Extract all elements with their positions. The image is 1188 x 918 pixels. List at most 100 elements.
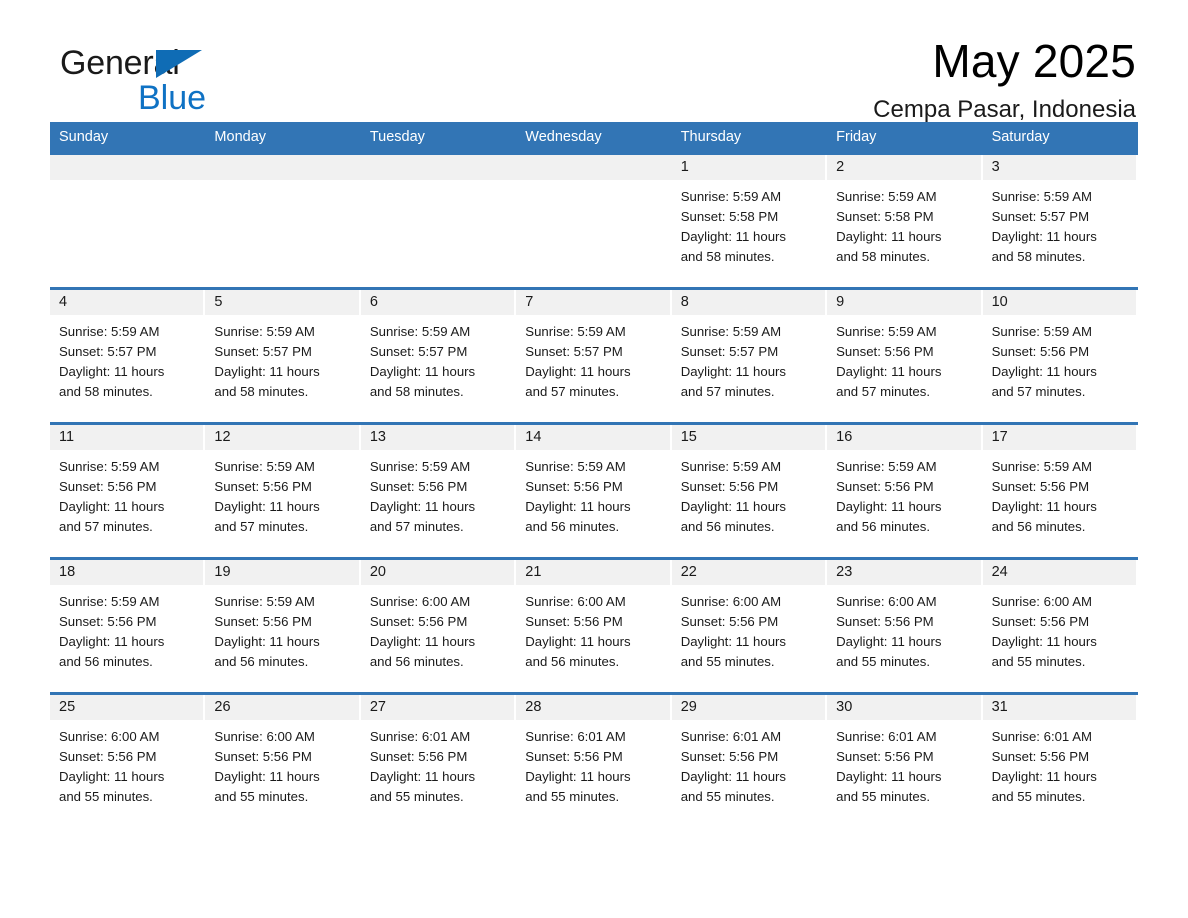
generalblue-logo[interactable]: General Blue [60,46,250,124]
sunset-text: Sunset: 5:56 PM [369,614,468,629]
sunrise-text: Sunrise: 6:00 AM [836,594,937,609]
daylight-text-line1: Daylight: 11 hours [680,229,787,244]
sunrise-text: Sunrise: 5:59 AM [991,459,1092,474]
daylight-text-line1: Daylight: 11 hours [680,364,787,379]
calendar-day-cell[interactable]: 17 Sunrise: 5:59 AM Sunset: 5:56 PM Dayligh… [982,425,1138,557]
daylight-text-line1: Daylight: 11 hours [525,769,631,784]
calendar-day-cell[interactable]: 9 Sunrise: 5:59 AM Sunset: 5:56 PM Daylight… [827,290,983,422]
daylight-text-line1: Daylight: 11 hours [369,364,476,379]
calendar-week-row: 4 Sunrise: 5:59 AM Sunset: 5:57 PM Daylight… [50,287,1138,422]
daylight-text-line2: and 56 minutes. [680,519,775,534]
calendar-day-cell[interactable]: 15 Sunrise: 5:59 AM Sunset: 5:56 PM Dayligh… [671,425,828,557]
calendar-day-cell[interactable]: 6 Sunrise: 5:59 AM Sunset: 5:57 PM Daylight… [360,290,517,422]
page-title: May 2025 [932,35,1136,87]
calendar-day-cell[interactable]: 28 Sunrise: 6:01 AM Sunset: 5:56 PM Dayligh… [516,695,672,824]
calendar-day-cell[interactable]: 21 Sunrise: 6:00 AM Sunset: 5:56 PM Dayligh… [516,560,672,692]
calendar-day-cell[interactable]: 5 Sunrise: 5:59 AM Sunset: 5:57 PM Daylight… [205,290,361,422]
calendar-day-cell[interactable]: 16 Sunrise: 5:59 AM Sunset: 5:56 PM Dayligh… [827,425,983,557]
day-sun-info: Sunrise: 5:59 AM Sunset: 5:56 PM Daylight:… [50,450,205,537]
day-number-band [50,155,206,180]
daylight-text-line2: and 58 minutes. [680,249,775,264]
day-number: 10 [991,294,1008,310]
day-number-band: 23 [827,560,983,585]
daylight-text-line1: Daylight: 11 hours [525,364,631,379]
day-number-band: 29 [671,695,828,720]
day-number: 6 [369,294,378,310]
sunrise-text: Sunrise: 6:00 AM [680,594,782,609]
calendar-day-cell[interactable]: 25 Sunrise: 6:00 AM Sunset: 5:56 PM Dayligh… [50,695,206,824]
calendar-day-cell[interactable]: 20 Sunrise: 6:00 AM Sunset: 5:56 PM Dayligh… [360,560,517,692]
day-number: 28 [525,699,542,715]
calendar-day-cell[interactable]: 12 Sunrise: 5:59 AM Sunset: 5:56 PM Dayligh… [205,425,361,557]
day-number-band: 24 [982,560,1138,585]
calendar-day-cell[interactable]: 26 Sunrise: 6:00 AM Sunset: 5:56 PM Dayligh… [205,695,361,824]
sunset-text: Sunset: 5:56 PM [680,614,779,629]
page-subtitle: Cempa Pasar, Indonesia [873,95,1136,123]
sunset-text: Sunset: 5:57 PM [680,344,779,359]
calendar-day-cell[interactable]: 24 Sunrise: 6:00 AM Sunset: 5:56 PM Dayligh… [982,560,1138,692]
sunset-text: Sunset: 5:57 PM [59,344,157,359]
sunset-text: Sunset: 5:56 PM [836,614,934,629]
daylight-text-line1: Daylight: 11 hours [59,364,165,379]
daylight-text-line2: and 55 minutes. [991,654,1086,669]
daylight-text-line1: Daylight: 11 hours [369,499,476,514]
weekday-header-thursday: Thursday [680,129,742,145]
calendar-day-cell[interactable]: 8 Sunrise: 5:59 AM Sunset: 5:57 PM Daylight… [671,290,828,422]
day-number: 15 [680,429,697,445]
weekday-header-wednesday: Wednesday [525,129,602,145]
daylight-text-line2: and 56 minutes. [214,654,309,669]
sunrise-text: Sunrise: 5:59 AM [836,324,937,339]
calendar-day-cell[interactable]: 4 Sunrise: 5:59 AM Sunset: 5:57 PM Daylight… [50,290,206,422]
daylight-text-line1: Daylight: 11 hours [369,769,476,784]
calendar-day-cell[interactable]: 18 Sunrise: 5:59 AM Sunset: 5:56 PM Dayligh… [50,560,206,692]
calendar-day-cell[interactable]: 29 Sunrise: 6:01 AM Sunset: 5:56 PM Dayligh… [671,695,828,824]
daylight-text-line1: Daylight: 11 hours [59,634,165,649]
day-sun-info: Sunrise: 6:00 AM Sunset: 5:56 PM Daylight:… [672,585,827,672]
daylight-text-line2: and 57 minutes. [525,384,620,399]
sunrise-text: Sunrise: 5:59 AM [680,324,782,339]
daylight-text-line2: and 55 minutes. [214,789,309,804]
calendar-day-cell[interactable]: 3 Sunrise: 5:59 AM Sunset: 5:57 PM Daylight… [982,155,1138,287]
daylight-text-line2: and 57 minutes. [214,519,309,534]
day-number: 19 [214,564,231,580]
day-sun-info: Sunrise: 6:00 AM Sunset: 5:56 PM Daylight:… [205,720,360,807]
calendar-day-cell[interactable]: 10 Sunrise: 5:59 AM Sunset: 5:56 PM Dayligh… [982,290,1138,422]
day-sun-info: Sunrise: 5:59 AM Sunset: 5:58 PM Daylight:… [827,180,982,267]
calendar-day-cell[interactable]: 1 Sunrise: 5:59 AM Sunset: 5:58 PM Daylight… [671,155,828,287]
day-number-band: 22 [671,560,828,585]
sunset-text: Sunset: 5:56 PM [214,614,312,629]
calendar-day-cell[interactable]: 7 Sunrise: 5:59 AM Sunset: 5:57 PM Daylight… [516,290,672,422]
day-number-band: 14 [516,425,672,450]
calendar-day-cell[interactable]: 27 Sunrise: 6:01 AM Sunset: 5:56 PM Dayligh… [360,695,517,824]
calendar-day-cell[interactable]: 30 Sunrise: 6:01 AM Sunset: 5:56 PM Dayligh… [827,695,983,824]
calendar-day-cell[interactable]: 2 Sunrise: 5:59 AM Sunset: 5:58 PM Daylight… [827,155,983,287]
daylight-text-line2: and 56 minutes. [369,654,464,669]
calendar-day-cell[interactable]: 19 Sunrise: 5:59 AM Sunset: 5:56 PM Dayligh… [205,560,361,692]
day-number: 3 [991,159,1000,175]
calendar-day-cell[interactable]: 11 Sunrise: 5:59 AM Sunset: 5:56 PM Dayligh… [50,425,206,557]
calendar-day-cell[interactable]: 31 Sunrise: 6:01 AM Sunset: 5:56 PM Dayligh… [982,695,1138,824]
sunrise-text: Sunrise: 6:01 AM [525,729,626,744]
daylight-text-line1: Daylight: 11 hours [991,364,1097,379]
sunset-text: Sunset: 5:56 PM [59,749,157,764]
day-number-band: 11 [50,425,206,450]
day-number: 9 [836,294,845,310]
day-number: 22 [680,564,697,580]
calendar-day-cell[interactable]: 14 Sunrise: 5:59 AM Sunset: 5:56 PM Dayligh… [516,425,672,557]
day-number-band: 2 [827,155,983,180]
day-sun-info: Sunrise: 6:00 AM Sunset: 5:56 PM Daylight:… [827,585,982,672]
calendar-day-cell[interactable]: 13 Sunrise: 5:59 AM Sunset: 5:56 PM Dayligh… [360,425,517,557]
day-number: 20 [369,564,386,580]
daylight-text-line1: Daylight: 11 hours [214,499,320,514]
day-number: 27 [369,699,386,715]
weekday-header-sunday: Sunday [59,129,109,145]
day-sun-info: Sunrise: 5:59 AM Sunset: 5:57 PM Daylight:… [983,180,1138,267]
calendar-day-cell[interactable]: 22 Sunrise: 6:00 AM Sunset: 5:56 PM Dayligh… [671,560,828,692]
sunrise-text: Sunrise: 6:01 AM [680,729,782,744]
daylight-text-line1: Daylight: 11 hours [991,634,1097,649]
calendar-day-cell[interactable]: 23 Sunrise: 6:00 AM Sunset: 5:56 PM Dayligh… [827,560,983,692]
daylight-text-line1: Daylight: 11 hours [525,634,631,649]
day-number-band: 7 [516,290,672,315]
daylight-text-line1: Daylight: 11 hours [680,499,787,514]
sunset-text: Sunset: 5:56 PM [836,749,934,764]
